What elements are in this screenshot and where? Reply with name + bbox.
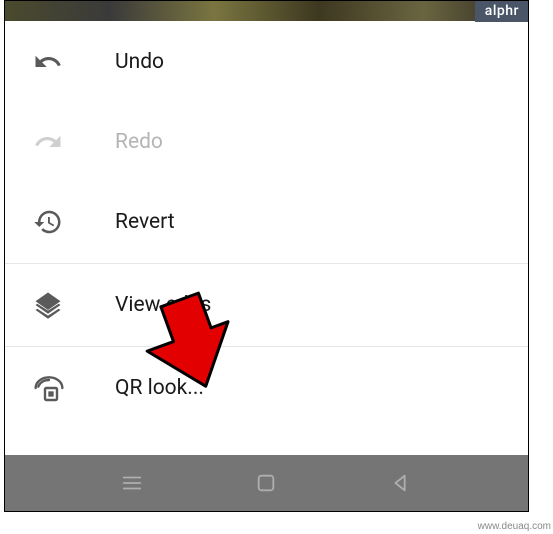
app-frame: alphr Undo Redo Revert	[4, 0, 529, 512]
revert-icon	[33, 207, 115, 237]
menu-item-qr-look[interactable]: QR look...	[5, 347, 528, 429]
image-strip: alphr	[5, 1, 528, 21]
watermark: www.deuaq.com	[478, 521, 551, 532]
menu-label: View edits	[115, 293, 211, 317]
menu-item-revert[interactable]: Revert	[5, 181, 528, 263]
menu-item-redo[interactable]: Redo	[5, 103, 528, 181]
context-menu: Undo Redo Revert View edits	[5, 21, 528, 429]
menu-label: Undo	[115, 50, 164, 74]
layers-icon	[33, 290, 115, 320]
menu-label: QR look...	[115, 376, 204, 400]
nav-back-button[interactable]	[381, 463, 421, 503]
menu-item-view-edits[interactable]: View edits	[5, 264, 528, 346]
menu-item-undo[interactable]: Undo	[5, 21, 528, 103]
menu-label: Revert	[115, 210, 175, 234]
redo-icon	[33, 127, 115, 157]
undo-icon	[33, 47, 115, 77]
nav-home-button[interactable]	[246, 463, 286, 503]
menu-label: Redo	[115, 130, 163, 154]
android-nav-bar	[5, 455, 528, 511]
qr-look-icon	[33, 372, 115, 404]
alphr-badge: alphr	[475, 0, 529, 22]
nav-recent-button[interactable]	[112, 463, 152, 503]
